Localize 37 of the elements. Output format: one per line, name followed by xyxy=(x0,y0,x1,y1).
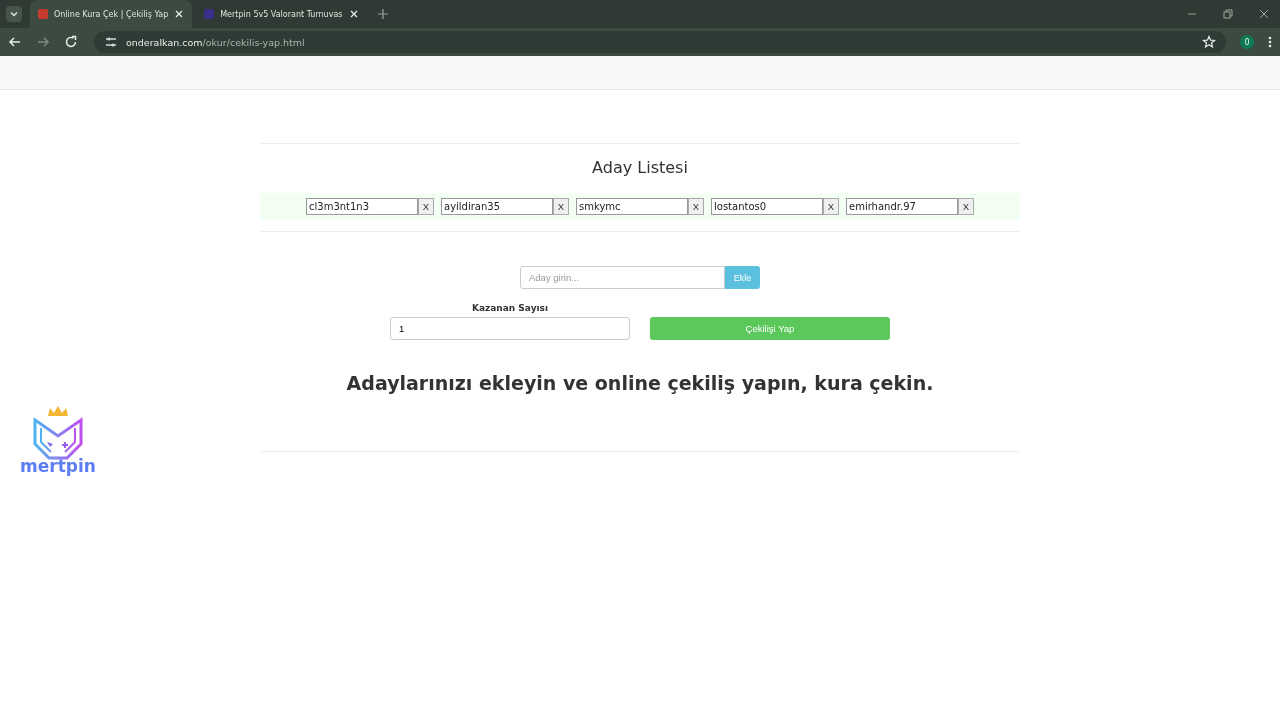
more-icon[interactable] xyxy=(1268,35,1272,49)
tab-title: Online Kura Çek | Çekiliş Yap xyxy=(54,9,169,19)
tab-title: Mertpin 5v5 Valorant Turnuvas xyxy=(220,9,343,19)
close-icon[interactable] xyxy=(174,9,185,19)
candidate-field[interactable]: ayildiran35 xyxy=(441,198,553,215)
chevron-down-icon xyxy=(9,9,19,19)
winner-count-label: Kazanan Sayısı xyxy=(471,303,549,313)
star-icon[interactable] xyxy=(1202,35,1216,49)
remove-button[interactable]: X xyxy=(958,198,974,215)
new-tab-icon[interactable] xyxy=(376,8,389,20)
candidate-field[interactable]: lostantos0 xyxy=(711,198,823,215)
logo-text: mertpin xyxy=(20,458,96,475)
tab-search-button[interactable] xyxy=(6,6,22,22)
remove-button[interactable]: X xyxy=(553,198,569,215)
favicon-icon xyxy=(38,9,48,19)
favicon-icon xyxy=(204,9,215,19)
remove-button[interactable]: X xyxy=(823,198,839,215)
headline: Adaylarınızı ekleyin ve online çekiliş yapın, kura çekin. xyxy=(346,372,934,394)
url-text: onderalkan.com/okur/cekilis-yap.html xyxy=(126,36,305,48)
candidate-field[interactable]: emirhandr.97 xyxy=(846,198,958,215)
remove-button[interactable]: X xyxy=(418,198,434,215)
browser-tab[interactable]: Mertpin 5v5 Valorant Turnuvas xyxy=(196,0,367,28)
profile-badge[interactable]: 0 xyxy=(1240,35,1254,49)
browser-tab[interactable]: Online Kura Çek | Çekiliş Yap xyxy=(30,0,193,28)
reload-icon[interactable] xyxy=(64,35,78,49)
sliders-icon[interactable] xyxy=(104,35,118,49)
winner-count-field[interactable]: 1 xyxy=(390,317,630,340)
list-title: Aday Listesi xyxy=(592,158,688,177)
candidate-input[interactable]: Aday girin... xyxy=(520,266,725,289)
forward-icon[interactable] xyxy=(36,35,50,49)
address-bar[interactable]: onderalkan.com/okur/cekilis-yap.html xyxy=(94,31,1226,53)
candidate-field[interactable]: smkymc xyxy=(576,198,688,215)
remove-button[interactable]: X xyxy=(688,198,704,215)
back-icon[interactable] xyxy=(8,35,22,49)
candidate-field[interactable]: cl3m3nt1n3 xyxy=(306,198,418,215)
close-icon[interactable] xyxy=(1258,8,1270,20)
restore-icon[interactable] xyxy=(1222,8,1234,20)
